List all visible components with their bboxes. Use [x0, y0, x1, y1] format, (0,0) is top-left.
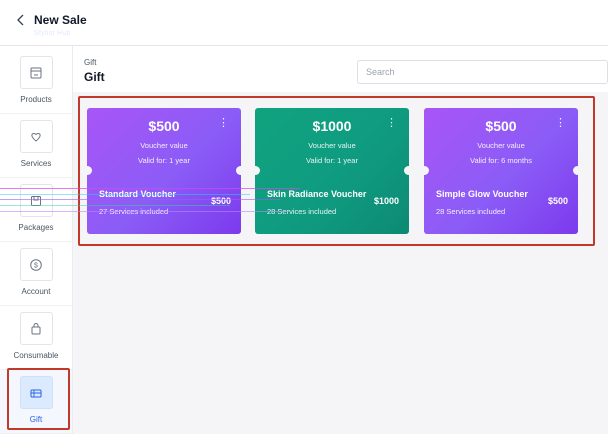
page-title: Gift: [84, 70, 105, 84]
glitch-line: [0, 205, 230, 206]
cards-highlight-box: [78, 96, 595, 246]
sidebar-item-label: Services: [20, 159, 52, 168]
sidebar-item-products[interactable]: Products: [0, 50, 72, 114]
top-header: New Sale Stylist Hub: [0, 0, 608, 46]
bag-icon: [19, 312, 53, 345]
main-toolbar: Gift Gift: [73, 46, 608, 92]
glitch-line: [0, 188, 300, 189]
gift-highlight-box: [7, 368, 70, 430]
header-subtitle: Stylist Hub: [34, 30, 71, 37]
glitch-line: [0, 211, 290, 212]
sidebar-item-consumable[interactable]: Consumable: [0, 306, 72, 370]
svg-text:$: $: [34, 262, 38, 269]
sidebar-item-label: Consumable: [13, 351, 59, 360]
dollar-circle-icon: $: [19, 248, 53, 281]
sidebar-item-services[interactable]: Services: [0, 114, 72, 178]
glitch-line: [0, 199, 280, 200]
sidebar-item-label: Products: [20, 95, 52, 104]
search-input[interactable]: [357, 60, 608, 84]
store-icon: [19, 56, 53, 89]
sidebar-item-account[interactable]: $ Account: [0, 242, 72, 306]
sidebar-item-label: Account: [21, 287, 51, 296]
heart-hand-icon: [19, 120, 53, 153]
page-header-title: New Sale: [34, 13, 87, 27]
sidebar-item-label: Packages: [18, 223, 54, 232]
glitch-line: [0, 194, 250, 195]
back-button[interactable]: [12, 11, 28, 29]
chevron-left-icon: [16, 14, 23, 26]
breadcrumb: Gift: [84, 58, 97, 67]
